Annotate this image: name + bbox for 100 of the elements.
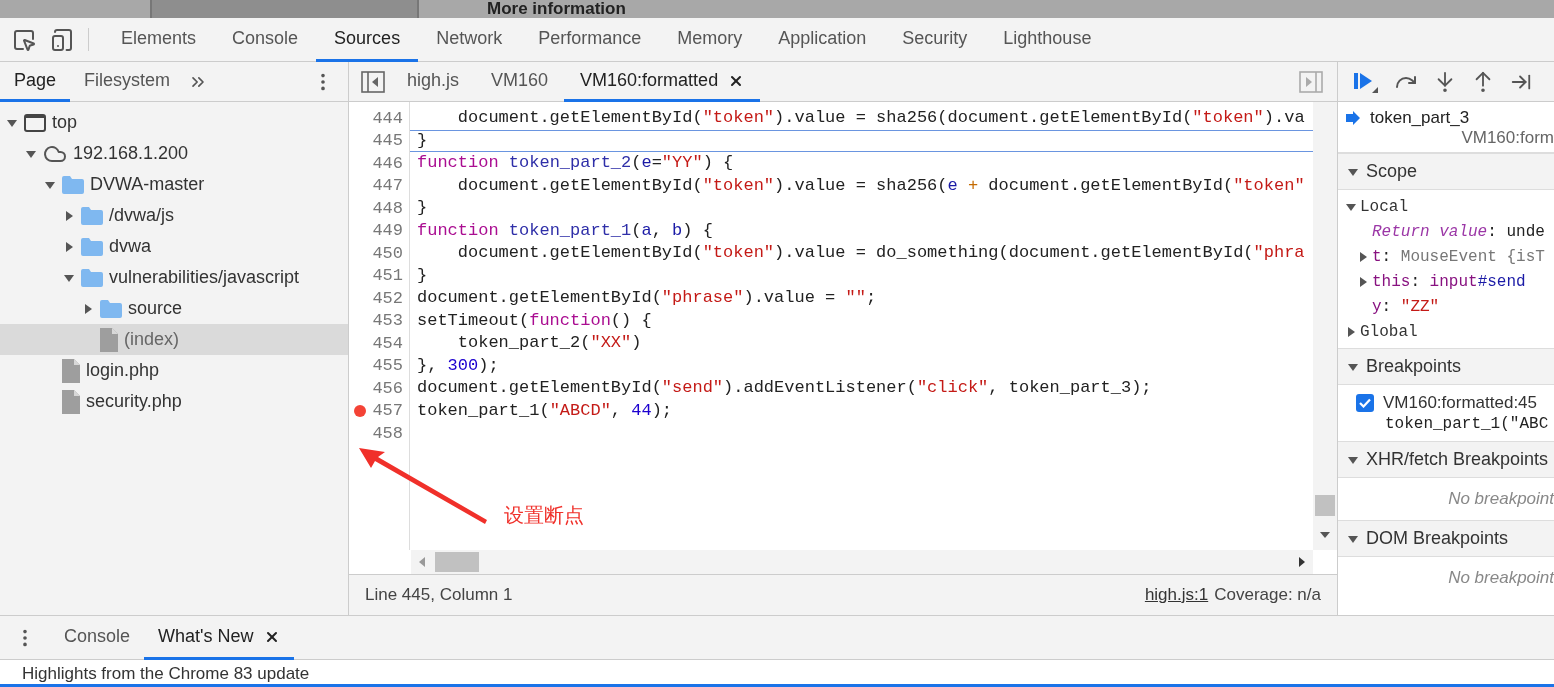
frame-name: token_part_3 [1370, 108, 1470, 128]
section-caret-icon[interactable] [1348, 454, 1358, 465]
line-number: 456 [372, 378, 403, 398]
code-line: } [410, 129, 1313, 152]
panel-tab[interactable]: Lighthouse [985, 18, 1110, 62]
expand-caret-icon[interactable] [26, 148, 36, 159]
scroll-down-icon[interactable] [1320, 532, 1330, 538]
scroll-thumb[interactable] [1315, 495, 1335, 516]
panel-tab[interactable]: Network [418, 18, 521, 62]
section-caret-icon[interactable] [1348, 361, 1358, 372]
empty-message: No breakpoint [1448, 568, 1554, 588]
panel-tab[interactable]: Security [884, 18, 986, 62]
file-tab[interactable]: VM160:formatted [564, 62, 761, 102]
folder-icon [62, 175, 84, 194]
variable-caret-icon[interactable] [1358, 251, 1368, 262]
folder-icon [81, 237, 103, 256]
expand-caret-icon[interactable] [64, 241, 74, 252]
tree-item-label[interactable]: /dvwa/js [109, 205, 175, 226]
line-number: 450 [372, 243, 403, 263]
section-caret-icon[interactable] [1348, 166, 1358, 177]
panel-tab[interactable]: Console [214, 18, 317, 62]
tree-item-label[interactable]: top [52, 112, 78, 133]
tree-item-label[interactable]: 192.168.1.200 [73, 143, 189, 164]
line-number: 449 [372, 221, 403, 241]
expand-caret-icon[interactable] [83, 303, 93, 314]
expand-caret-icon[interactable] [64, 210, 74, 221]
toggle-navigator-icon[interactable] [361, 70, 385, 93]
scope-variable[interactable]: y: "ZZ" [1372, 297, 1440, 316]
code-line: }, 300); [416, 354, 500, 377]
tree-item-label[interactable]: login.php [86, 360, 160, 381]
line-number: 452 [372, 288, 403, 308]
folder-icon [100, 299, 122, 318]
panel-tab[interactable]: Performance [520, 18, 660, 62]
source-link[interactable]: high.js:1 [1144, 585, 1209, 605]
file-tab[interactable]: VM160 [475, 62, 565, 102]
scroll-left-icon[interactable] [419, 557, 425, 567]
tree-item-label[interactable]: DVWA-master [90, 174, 205, 195]
scroll-thumb[interactable] [435, 552, 479, 572]
scope-group[interactable]: Global [1338, 319, 1554, 344]
code-line: function token_part_1(a, b) { [416, 219, 714, 242]
toggle-debugger-icon[interactable] [1299, 70, 1323, 93]
scope-variable[interactable]: this: input#send [1372, 272, 1526, 291]
frame-location: VM160:form [1461, 128, 1554, 148]
line-number: 444 [372, 108, 403, 128]
coverage-status: Coverage: n/a [1214, 585, 1321, 605]
variable-caret-icon[interactable] [1358, 276, 1368, 287]
scope-variable[interactable]: t: MouseEvent {isT [1372, 247, 1545, 266]
file-icon [62, 389, 80, 414]
resume-icon[interactable] [1352, 70, 1378, 93]
folder-icon [81, 268, 103, 287]
horizontal-scrollbar[interactable] [411, 550, 1313, 574]
breakpoint-location[interactable]: VM160:formatted:45 [1383, 393, 1538, 413]
line-number: 451 [372, 266, 403, 286]
scope-variable[interactable]: Return value: unde [1372, 222, 1545, 241]
tree-item-label[interactable]: vulnerabilities/javascript [109, 267, 300, 288]
inspect-icon[interactable] [12, 27, 36, 52]
empty-message: No breakpoint [1448, 489, 1554, 509]
drawer-tab[interactable]: Console [50, 616, 145, 660]
line-number: 458 [372, 423, 403, 443]
breakpoint-checkbox[interactable] [1356, 394, 1374, 412]
line-number: 453 [372, 311, 403, 331]
navigator-tab[interactable]: Page [0, 62, 71, 102]
file-tab[interactable]: high.js [391, 62, 476, 102]
file-icon [100, 327, 118, 352]
tree-item-label[interactable]: security.php [86, 391, 182, 412]
tree-item-label[interactable]: source [128, 298, 183, 319]
section-header[interactable]: Scope [1338, 153, 1554, 190]
breakpoint-code: token_part_1("ABC [1384, 415, 1550, 433]
tree-item-label[interactable]: dvwa [109, 236, 152, 257]
code-line: document.getElementById("token").value = do_something(document.getElementById("phra [456, 242, 1306, 264]
section-header[interactable]: Breakpoints [1338, 348, 1554, 385]
expand-caret-icon[interactable] [7, 117, 17, 128]
panel-tab[interactable]: Elements [103, 18, 215, 62]
expand-caret-icon[interactable] [45, 179, 55, 190]
scroll-right-icon[interactable] [1299, 557, 1305, 567]
folder-icon [81, 206, 103, 225]
breakpoint-dot[interactable] [354, 404, 367, 417]
section-header[interactable]: XHR/fetch Breakpoints [1338, 441, 1554, 478]
code-line: document.getElementById("token").value = sha256(document.getElementById("token").va [456, 107, 1306, 129]
section-caret-icon[interactable] [1348, 533, 1358, 544]
device-toggle-icon[interactable] [50, 27, 74, 52]
panel-tab[interactable]: Memory [659, 18, 761, 62]
whats-new-text: Highlights from the Chrome 83 update [22, 664, 310, 684]
tree-item-label[interactable]: (index) [124, 329, 180, 350]
frame-icon [24, 113, 46, 132]
code-line: document.getElementById("token").value = sha256(e + document.getElementById("token" [456, 174, 1306, 197]
line-number: 457 [372, 401, 403, 421]
vertical-scrollbar[interactable] [1313, 102, 1337, 550]
expand-caret-icon[interactable] [64, 272, 74, 283]
scope-caret-icon[interactable] [1346, 201, 1356, 212]
panel-tab[interactable]: Application [760, 18, 885, 62]
line-number: 454 [372, 333, 403, 353]
code-line: } [416, 264, 429, 287]
section-header[interactable]: DOM Breakpoints [1338, 520, 1554, 557]
navigator-tab[interactable]: Filesystem [70, 62, 185, 102]
code-line: document.getElementById("send").addEventListener("click", token_part_3); [416, 377, 1153, 399]
scope-caret-icon[interactable] [1346, 326, 1356, 337]
code-line: function token_part_2(e="YY") { [416, 152, 735, 174]
scope-group[interactable]: Local [1338, 194, 1554, 219]
cursor-position: Line 445, Column 1 [365, 585, 513, 605]
